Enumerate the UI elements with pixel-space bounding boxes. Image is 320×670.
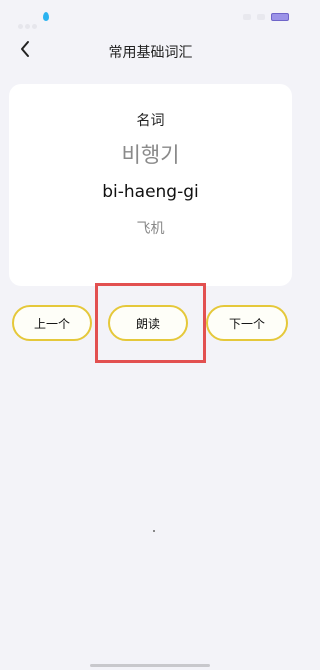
header: 常用基础词汇 xyxy=(0,34,301,68)
previous-button[interactable]: 上一个 xyxy=(12,305,92,341)
chinese-meaning: 飞机 xyxy=(136,221,165,237)
status-bar xyxy=(0,0,301,34)
small-dot xyxy=(153,530,155,532)
status-indicators xyxy=(18,14,40,29)
wifi-icon xyxy=(257,14,265,20)
romanization: bi-haeng-gi xyxy=(102,182,199,202)
battery-icon xyxy=(271,13,289,21)
read-aloud-button[interactable]: 朗读 xyxy=(108,305,188,341)
status-right-group xyxy=(243,12,289,22)
page-title: 常用基础词汇 xyxy=(108,45,193,61)
notification-drop-icon xyxy=(43,12,49,21)
korean-word: 비행기 xyxy=(121,143,180,167)
home-indicator[interactable] xyxy=(90,664,210,667)
part-of-speech: 名词 xyxy=(136,113,165,129)
next-button[interactable]: 下一个 xyxy=(206,305,288,341)
signal-icon xyxy=(243,14,251,20)
word-card: 名词 비행기 bi-haeng-gi 飞机 xyxy=(9,84,292,286)
